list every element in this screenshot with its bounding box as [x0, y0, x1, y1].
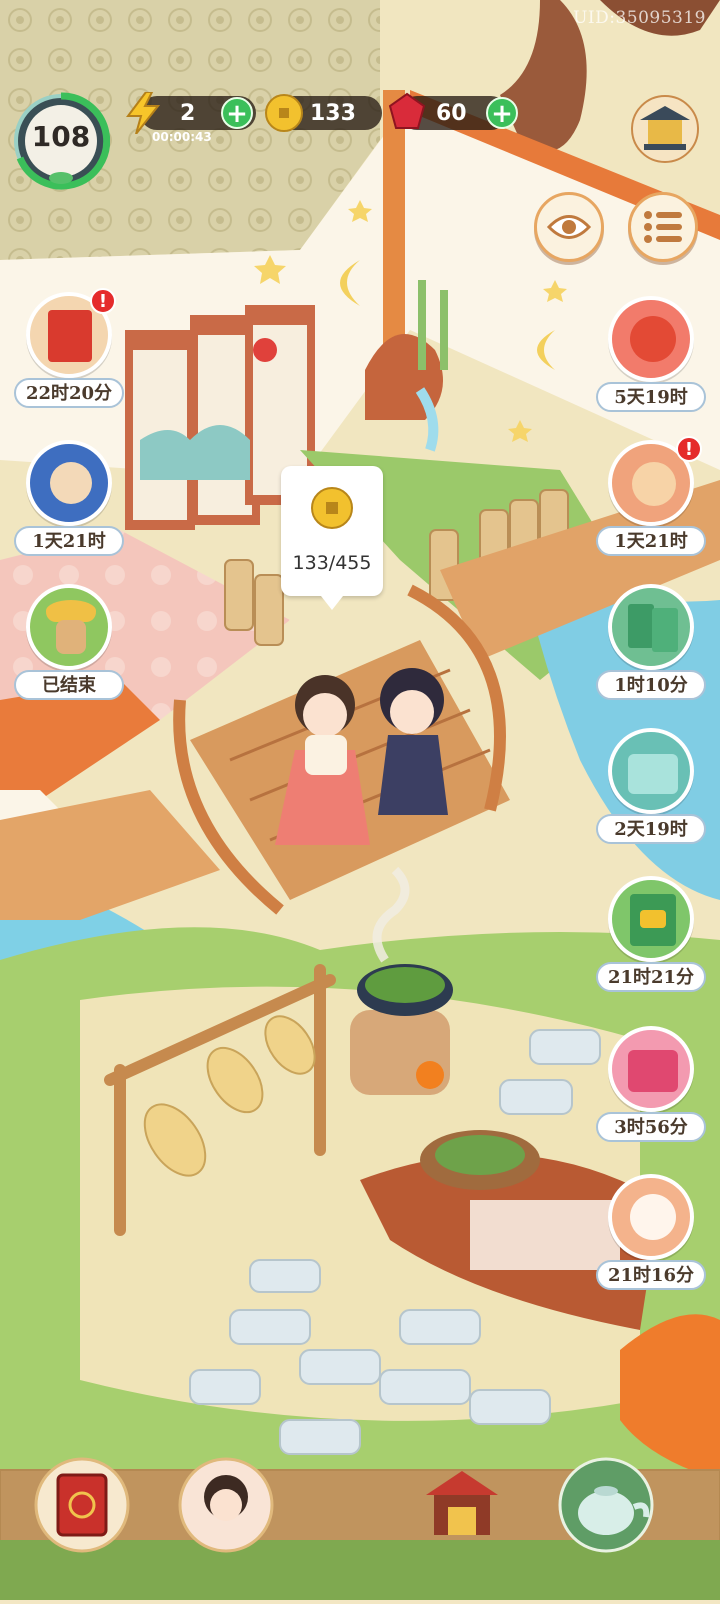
event-pink-box[interactable]: 3时56分: [596, 1026, 706, 1146]
event-timer: 21时16分: [596, 1260, 706, 1290]
event-coin-cards[interactable]: 21时21分: [596, 876, 706, 996]
book-icon: [34, 1457, 130, 1553]
character-icon: [178, 1457, 274, 1553]
coin-progress: 133/455: [292, 552, 372, 574]
coin-value: 133: [310, 100, 356, 126]
event-timer: 22时20分: [14, 378, 124, 408]
gift-box-icon: [608, 728, 694, 814]
event-timer: 1天21时: [14, 526, 124, 556]
event-bird-scarecrow[interactable]: 已结束: [14, 584, 124, 704]
event-timer: 2天19时: [596, 814, 706, 844]
gem-add-button[interactable]: +: [486, 97, 518, 129]
list-icon: [644, 211, 682, 243]
coin-icon: [265, 94, 303, 132]
energy-timer: 00:00:43: [152, 130, 212, 144]
event-timer: 3时56分: [596, 1112, 706, 1142]
white-cat-icon: [608, 1174, 694, 1260]
event-timer: 1天21时: [596, 526, 706, 556]
coin-icon: [311, 487, 353, 529]
event-red-envelope[interactable]: ! 22时20分: [14, 288, 124, 412]
cat-fan-icon: [26, 440, 112, 526]
alert-badge: !: [676, 436, 702, 462]
character-button[interactable]: [176, 1455, 276, 1555]
view-toggle-button[interactable]: [534, 192, 604, 262]
event-cat-fan[interactable]: 1天21时: [14, 440, 124, 560]
event-white-cat[interactable]: 21时16分: [596, 1174, 706, 1294]
lightning-icon: [126, 92, 160, 134]
event-timer: 5天19时: [596, 382, 706, 412]
event-green-tickets[interactable]: 1时10分: [596, 584, 706, 704]
event-timer: 已结束: [14, 670, 124, 700]
game-scene[interactable]: UID:35095319 108 2 + 00:00:43 133 60 + !…: [0, 0, 720, 1600]
teapot-icon: [558, 1457, 654, 1553]
shop-temple-button[interactable]: [630, 94, 700, 164]
event-timer: 1时10分: [596, 670, 706, 700]
event-timer: 21时21分: [596, 962, 706, 992]
uid-label: UID:35095319: [573, 8, 706, 28]
pink-chest-icon: [608, 1026, 694, 1112]
teapot-button[interactable]: [556, 1455, 656, 1555]
shop-icon: [426, 1471, 498, 1535]
book-button[interactable]: [32, 1455, 132, 1555]
event-gift-box[interactable]: 2天19时: [596, 728, 706, 848]
energy-value: 2: [180, 100, 196, 126]
coin-tooltip: 133/455: [281, 466, 383, 610]
event-cat-fortune[interactable]: ! 1天21时: [596, 436, 706, 560]
ruby-icon: [388, 92, 426, 129]
ticket-icon: [608, 584, 694, 670]
scarecrow-icon: [26, 584, 112, 670]
eye-icon: [547, 215, 591, 239]
event-red-fox[interactable]: 5天19时: [596, 296, 706, 416]
coin-card-icon: [608, 876, 694, 962]
temple-icon: [631, 95, 699, 163]
menu-button[interactable]: [628, 192, 698, 262]
level-number: 108: [31, 120, 91, 153]
level-badge[interactable]: 108: [12, 92, 111, 190]
shop-button[interactable]: [412, 1455, 512, 1555]
red-fox-icon: [608, 296, 694, 382]
gem-value: 60: [436, 100, 467, 126]
energy-add-button[interactable]: +: [221, 97, 253, 129]
alert-badge: !: [90, 288, 116, 314]
